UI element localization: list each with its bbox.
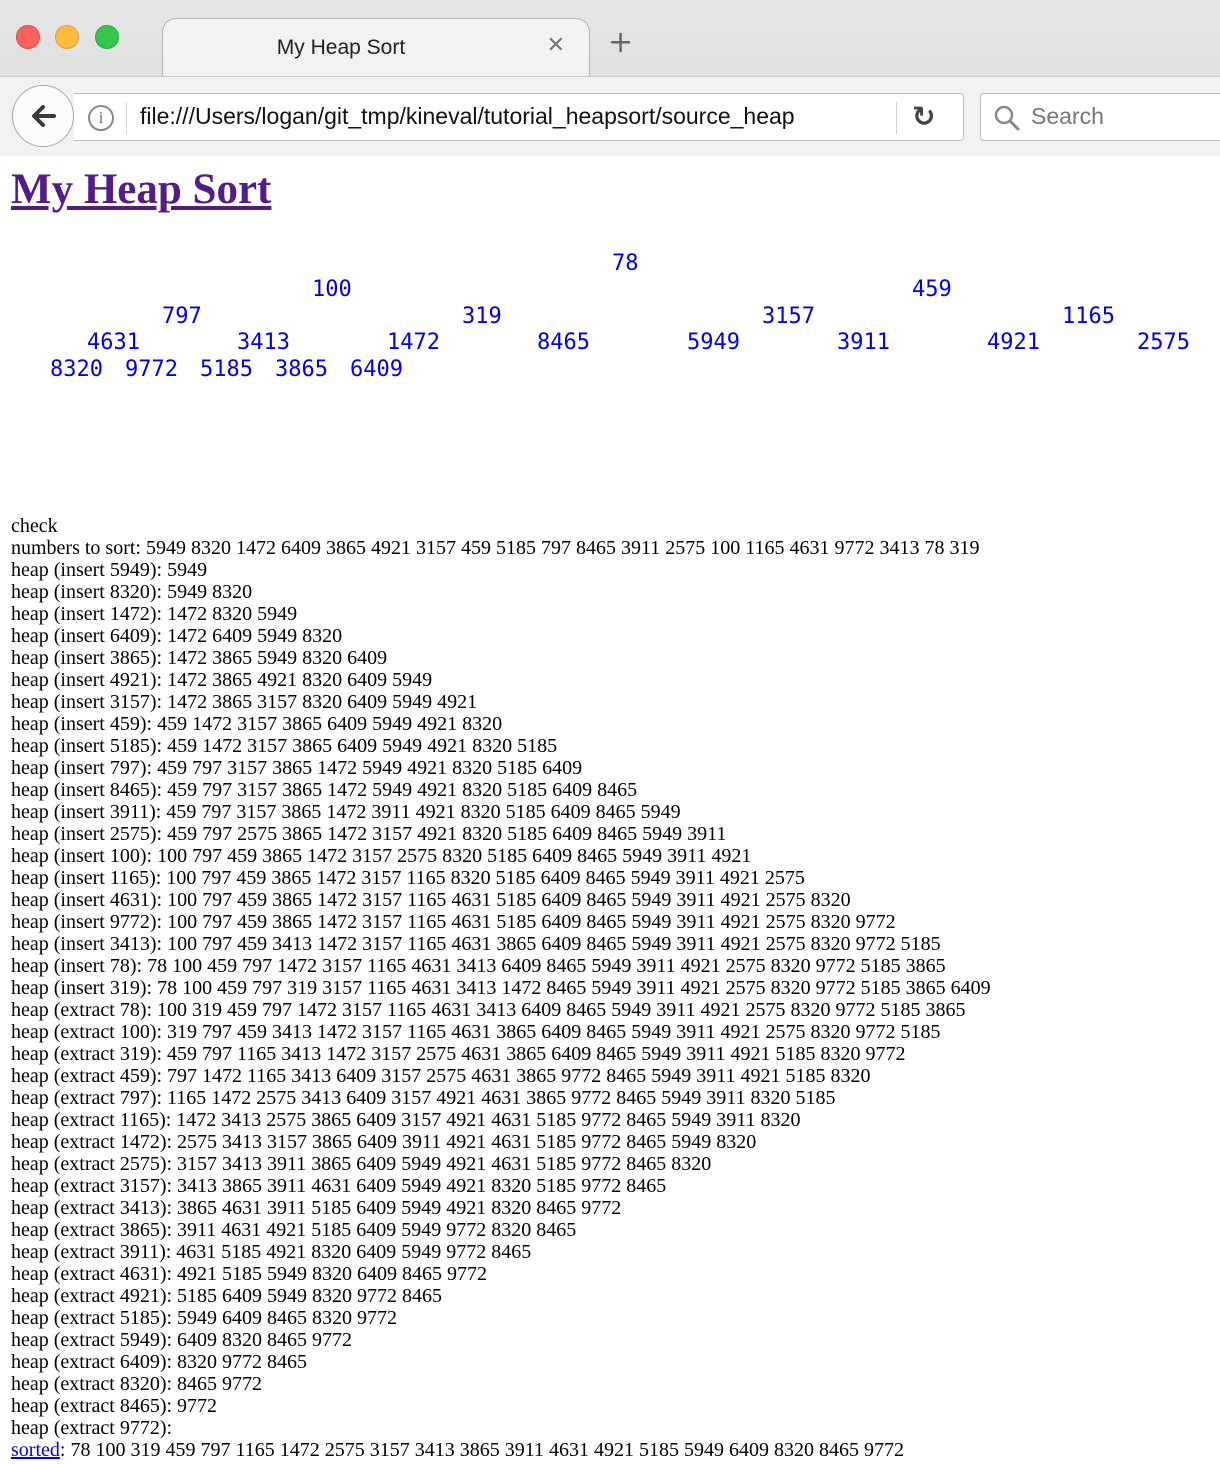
browser-chrome: My Heap Sort ✕ + i file:///Users/logan/g…	[0, 0, 1220, 156]
heap-step-line: heap (insert 5949): 5949	[11, 559, 208, 581]
back-button[interactable]	[12, 85, 74, 147]
heap-step-line: heap (extract 8320): 8465 9772	[11, 1373, 263, 1395]
reload-icon[interactable]: ↻	[912, 100, 935, 133]
heap-step-line: heap (extract 3157): 3413 3865 3911 4631…	[11, 1175, 667, 1197]
heap-step-line: heap (extract 8465): 9772	[11, 1395, 218, 1417]
heap-step-line: heap (insert 4921): 1472 3865 4921 8320 …	[11, 669, 433, 691]
heap-node: 1165	[1062, 304, 1115, 329]
page-content: My Heap Sort 78 100 459 797 319 3157 116…	[0, 157, 1220, 1464]
heap-node: 3413	[237, 330, 290, 355]
heap-step-line: heap (extract 1472): 2575 3413 3157 3865…	[11, 1131, 757, 1153]
sort-log: check numbers to sort: 5949 8320 1472 640…	[11, 515, 1211, 1461]
numbers-to-sort-line: numbers to sort: 5949 8320 1472 6409 386…	[11, 537, 980, 559]
heap-step-line: heap (insert 100): 100 797 459 3865 1472…	[11, 845, 752, 867]
heap-step-line: heap (extract 2575): 3157 3413 3911 3865…	[11, 1153, 712, 1175]
heap-step-line: heap (insert 4631): 100 797 459 3865 147…	[11, 889, 851, 911]
heap-step-line: heap (extract 3911): 4631 5185 4921 8320…	[11, 1241, 532, 1263]
heap-node: 6409	[350, 357, 403, 382]
sorted-result: sorted: 78 100 319 459 797 1165 1472 257…	[11, 1439, 1211, 1461]
navigation-toolbar: i file:///Users/logan/git_tmp/kineval/tu…	[0, 76, 1220, 156]
heap-node: 78	[612, 251, 639, 276]
page-title-link[interactable]: My Heap Sort	[11, 166, 271, 213]
heap-step-line: heap (insert 6409): 1472 6409 5949 8320	[11, 625, 343, 647]
heap-step-line: heap (insert 8320): 5949 8320	[11, 581, 253, 603]
heap-step-line: heap (insert 1165): 100 797 459 3865 147…	[11, 867, 805, 889]
info-icon[interactable]: i	[88, 105, 114, 131]
heap-step-line: heap (insert 3157): 1472 3865 3157 8320 …	[11, 691, 478, 713]
heap-step-line: heap (extract 4631): 4921 5185 5949 8320…	[11, 1263, 488, 1285]
search-bar[interactable]	[980, 93, 1220, 141]
reload-divider	[896, 102, 897, 134]
heap-node: 5185	[200, 357, 253, 382]
heap-step-line: heap (insert 8465): 459 797 3157 3865 14…	[11, 779, 638, 801]
heap-node: 319	[462, 304, 502, 329]
heap-node: 9772	[125, 357, 178, 382]
close-window-button[interactable]	[16, 25, 40, 49]
heap-step-line: heap (extract 9772):	[11, 1417, 173, 1439]
heap-step-line: heap (extract 3865): 3911 4631 4921 5185…	[11, 1219, 577, 1241]
heap-step-line: heap (extract 797): 1165 1472 2575 3413 …	[11, 1087, 836, 1109]
search-input[interactable]	[1031, 103, 1211, 130]
heap-step-line: heap (insert 9772): 100 797 459 3865 147…	[11, 911, 896, 933]
heap-node: 8320	[50, 357, 103, 382]
heap-node: 100	[312, 277, 352, 302]
tab-title: My Heap Sort	[276, 36, 406, 59]
page-title: My Heap Sort	[11, 165, 271, 214]
heap-step-line: heap (insert 3413): 100 797 459 3413 147…	[11, 933, 941, 955]
close-tab-icon[interactable]: ✕	[547, 33, 565, 58]
heap-step-line: heap (extract 4921): 5185 6409 5949 8320…	[11, 1285, 443, 1307]
heap-step-line: heap (extract 319): 459 797 1165 3413 14…	[11, 1043, 906, 1065]
heap-node: 8465	[537, 330, 590, 355]
tab-my-heap-sort[interactable]: My Heap Sort ✕	[162, 18, 590, 76]
heap-step-line: heap (extract 5949): 6409 8320 8465 9772	[11, 1329, 353, 1351]
url-divider	[126, 102, 127, 134]
heap-node: 797	[162, 304, 202, 329]
heap-node: 3157	[762, 304, 815, 329]
heap-step-line: heap (extract 78): 100 319 459 797 1472 …	[11, 999, 966, 1021]
heap-step-line: heap (extract 6409): 8320 9772 8465	[11, 1351, 308, 1373]
heap-step-line: heap (insert 5185): 459 1472 3157 3865 6…	[11, 735, 558, 757]
heap-step-line: heap (insert 3865): 1472 3865 5949 8320 …	[11, 647, 388, 669]
heap-node: 3911	[837, 330, 890, 355]
heap-step-line: heap (insert 459): 459 1472 3157 3865 64…	[11, 713, 503, 735]
heap-step-line: heap (extract 459): 797 1472 1165 3413 6…	[11, 1065, 871, 1087]
heap-step-line: heap (insert 2575): 459 797 2575 3865 14…	[11, 823, 727, 845]
heap-node: 4921	[987, 330, 1040, 355]
heap-node: 1472	[387, 330, 440, 355]
heap-node: 3865	[275, 357, 328, 382]
heap-step-line: heap (insert 3911): 459 797 3157 3865 14…	[11, 801, 681, 823]
heap-step-line: heap (insert 319): 78 100 459 797 319 31…	[11, 977, 991, 999]
search-icon	[994, 105, 1020, 131]
heap-step-line: heap (extract 3413): 3865 4631 3911 5185…	[11, 1197, 622, 1219]
back-arrow-icon	[32, 105, 56, 127]
url-text[interactable]: file:///Users/logan/git_tmp/kineval/tuto…	[140, 103, 860, 130]
url-bar[interactable]: i file:///Users/logan/git_tmp/kineval/tu…	[74, 93, 964, 141]
heap-step-line: heap (extract 100): 319 797 459 3413 147…	[11, 1021, 941, 1043]
zoom-window-button[interactable]	[95, 25, 119, 49]
check-line: check	[11, 515, 58, 537]
heap-step-line: heap (extract 5185): 5949 6409 8465 8320…	[11, 1307, 398, 1329]
new-tab-icon[interactable]: +	[608, 28, 633, 58]
heap-node: 459	[912, 277, 952, 302]
heap-node: 4631	[87, 330, 140, 355]
sorted-link[interactable]: sorted	[11, 1439, 60, 1461]
heap-step-line: heap (extract 1165): 1472 3413 2575 3865…	[11, 1109, 801, 1131]
heap-step-line: heap (insert 797): 459 797 3157 3865 147…	[11, 757, 583, 779]
heap-node: 5949	[687, 330, 740, 355]
sorted-values: : 78 100 319 459 797 1165 1472 2575 3157…	[59, 1439, 904, 1461]
heap-step-line: heap (insert 78): 78 100 459 797 1472 31…	[11, 955, 946, 977]
minimize-window-button[interactable]	[55, 25, 79, 49]
heap-step-line: heap (insert 1472): 1472 8320 5949	[11, 603, 298, 625]
heap-node: 2575	[1137, 330, 1190, 355]
